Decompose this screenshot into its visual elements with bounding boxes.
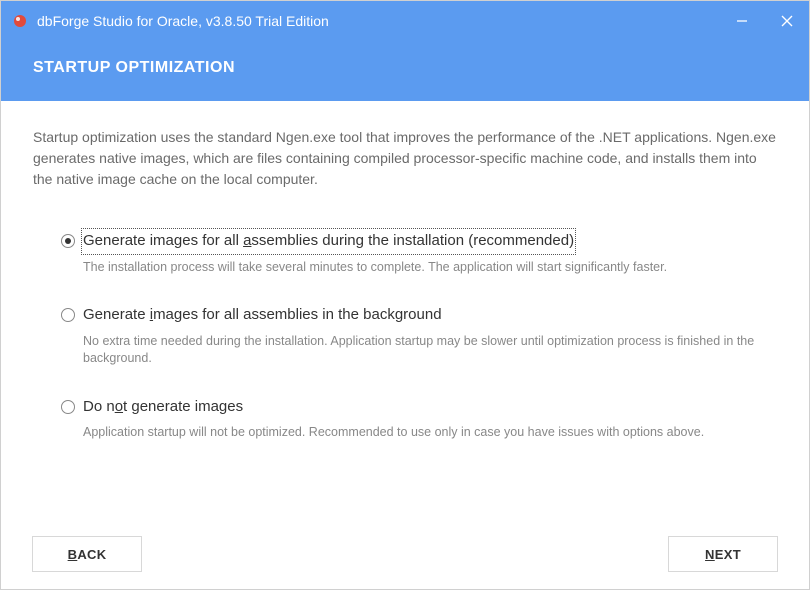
option-label: Do not generate images (83, 396, 243, 419)
next-button[interactable]: NEXT (668, 536, 778, 572)
option-label: Generate images for all assemblies in th… (83, 304, 442, 327)
option-description: Application startup will not be optimize… (83, 424, 777, 442)
radio-icon (61, 308, 75, 322)
radio-option-0[interactable]: Generate images for all assemblies durin… (61, 230, 777, 253)
minimize-button[interactable] (719, 1, 764, 41)
radio-icon (61, 400, 75, 414)
close-button[interactable] (764, 1, 809, 41)
content-area: Startup optimization uses the standard N… (1, 101, 809, 442)
back-button-label: BACK (68, 547, 107, 562)
window-controls (719, 1, 809, 41)
footer: BACK NEXT (32, 536, 778, 572)
option-description: No extra time needed during the installa… (83, 333, 777, 368)
header-band: STARTUP OPTIMIZATION (1, 41, 809, 101)
options-group: Generate images for all assemblies durin… (33, 230, 777, 442)
next-button-label: NEXT (705, 547, 741, 562)
option-description: The installation process will take sever… (83, 259, 777, 277)
intro-text: Startup optimization uses the standard N… (33, 127, 777, 190)
option-row: Generate images for all assemblies in th… (61, 304, 777, 368)
option-row: Generate images for all assemblies durin… (61, 230, 777, 276)
back-button[interactable]: BACK (32, 536, 142, 572)
titlebar: dbForge Studio for Oracle, v3.8.50 Trial… (1, 1, 809, 41)
option-row: Do not generate images Application startu… (61, 396, 777, 442)
radio-option-2[interactable]: Do not generate images (61, 396, 777, 419)
radio-icon (61, 234, 75, 248)
radio-option-1[interactable]: Generate images for all assemblies in th… (61, 304, 777, 327)
option-label: Generate images for all assemblies durin… (83, 230, 574, 253)
page-title: STARTUP OPTIMIZATION (33, 59, 777, 77)
app-icon (11, 12, 29, 30)
window-title: dbForge Studio for Oracle, v3.8.50 Trial… (37, 13, 719, 29)
